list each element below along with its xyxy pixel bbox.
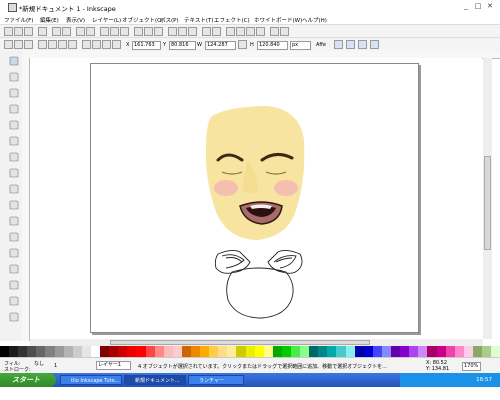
palette-swatch[interactable] xyxy=(472,346,482,357)
palette-swatch[interactable] xyxy=(45,346,55,357)
palette-swatch[interactable] xyxy=(436,346,446,357)
layer-select[interactable]: レイヤー1 xyxy=(96,361,131,370)
start-button[interactable]: スタート xyxy=(0,373,56,387)
palette-swatch[interactable] xyxy=(227,346,237,357)
palette-swatch[interactable] xyxy=(245,346,255,357)
system-tray: 18:57 xyxy=(400,373,500,387)
vertical-scrollbar[interactable] xyxy=(483,58,492,339)
palette-swatch[interactable] xyxy=(63,346,73,357)
palette-swatch[interactable] xyxy=(254,346,264,357)
palette-swatch[interactable] xyxy=(72,346,82,357)
palette-swatch[interactable] xyxy=(281,346,291,357)
palette-swatch[interactable] xyxy=(200,346,210,357)
vertical-scroll-thumb[interactable] xyxy=(484,156,491,250)
palette-swatch[interactable] xyxy=(272,346,282,357)
palette-swatch[interactable] xyxy=(190,346,201,357)
palette-swatch[interactable] xyxy=(318,346,328,357)
opacity-value[interactable]: 1 xyxy=(54,363,57,369)
stroke-label: ストローク: xyxy=(4,367,31,373)
palette-swatch[interactable] xyxy=(491,346,500,357)
palette-swatch[interactable] xyxy=(100,346,110,357)
palette-swatch[interactable] xyxy=(363,346,373,357)
color-palette[interactable] xyxy=(0,346,500,357)
right-cheek-blush[interactable] xyxy=(274,180,298,196)
start-label: スタート xyxy=(12,376,40,384)
palette-swatch[interactable] xyxy=(36,346,46,357)
palette-swatch[interactable] xyxy=(400,346,410,357)
palette-swatch[interactable] xyxy=(172,346,182,357)
palette-swatch[interactable] xyxy=(27,346,37,357)
palette-swatch[interactable] xyxy=(54,346,64,357)
collar-drawing[interactable] xyxy=(214,249,303,319)
zoom-field[interactable]: 170% xyxy=(462,362,481,371)
status-message: 4 オブジェクトが選択されています。クリックまたはドラッグで選択範囲に追加、移動… xyxy=(138,364,387,370)
palette-swatch[interactable] xyxy=(127,346,137,357)
left-cheek-blush[interactable] xyxy=(214,180,238,196)
palette-swatch[interactable] xyxy=(163,346,173,357)
palette-swatch[interactable] xyxy=(181,346,191,357)
fill-value: なし xyxy=(34,361,45,367)
palette-swatch[interactable] xyxy=(81,346,91,357)
palette-swatch[interactable] xyxy=(218,346,228,357)
palette-swatch[interactable] xyxy=(209,346,219,357)
palette-swatch[interactable] xyxy=(154,346,164,357)
palette-swatch[interactable] xyxy=(372,346,382,357)
palette-swatch[interactable] xyxy=(309,346,319,357)
palette-swatch[interactable] xyxy=(445,346,455,357)
palette-swatch[interactable] xyxy=(300,346,310,357)
palette-swatch[interactable] xyxy=(236,346,246,357)
horizontal-scrollbar[interactable] xyxy=(30,339,483,346)
palette-swatch[interactable] xyxy=(327,346,337,357)
palette-swatch[interactable] xyxy=(291,346,301,357)
taskbar-item-launcher[interactable]: ランチャー xyxy=(188,375,244,385)
palette-swatch[interactable] xyxy=(463,346,473,357)
palette-swatch[interactable] xyxy=(409,346,419,357)
palette-swatch[interactable] xyxy=(481,346,492,357)
palette-swatch[interactable] xyxy=(418,346,428,357)
desktop-below xyxy=(0,387,500,400)
horizontal-scroll-thumb[interactable] xyxy=(110,340,370,345)
palette-swatch[interactable] xyxy=(109,346,119,357)
palette-swatch[interactable] xyxy=(454,346,464,357)
palette-swatch[interactable] xyxy=(118,346,128,357)
taskbar-item-tutorial[interactable]: tlio Inkscape Tuto... xyxy=(60,375,122,385)
palette-swatch[interactable] xyxy=(145,346,155,357)
palette-swatch[interactable] xyxy=(9,346,19,357)
taskbar-item-inkscape[interactable]: 新規ドキュメント... xyxy=(124,375,186,385)
palette-swatch[interactable] xyxy=(381,346,392,357)
clock: 18:57 xyxy=(476,377,492,383)
palette-swatch[interactable] xyxy=(427,346,437,357)
palette-swatch[interactable] xyxy=(336,346,346,357)
palette-swatch[interactable] xyxy=(18,346,28,357)
status-bar: フィル: ストローク: なし 1 レイヤー1 4 オブジェクトが選択されています… xyxy=(0,357,500,373)
palette-swatch[interactable] xyxy=(345,346,355,357)
palette-swatch[interactable] xyxy=(354,346,364,357)
palette-swatch[interactable] xyxy=(0,346,10,357)
palette-swatch[interactable] xyxy=(90,346,101,357)
cursor-y: Y: 134.81 xyxy=(426,366,450,372)
palette-swatch[interactable] xyxy=(391,346,401,357)
palette-swatch[interactable] xyxy=(136,346,146,357)
palette-swatch[interactable] xyxy=(263,346,273,357)
